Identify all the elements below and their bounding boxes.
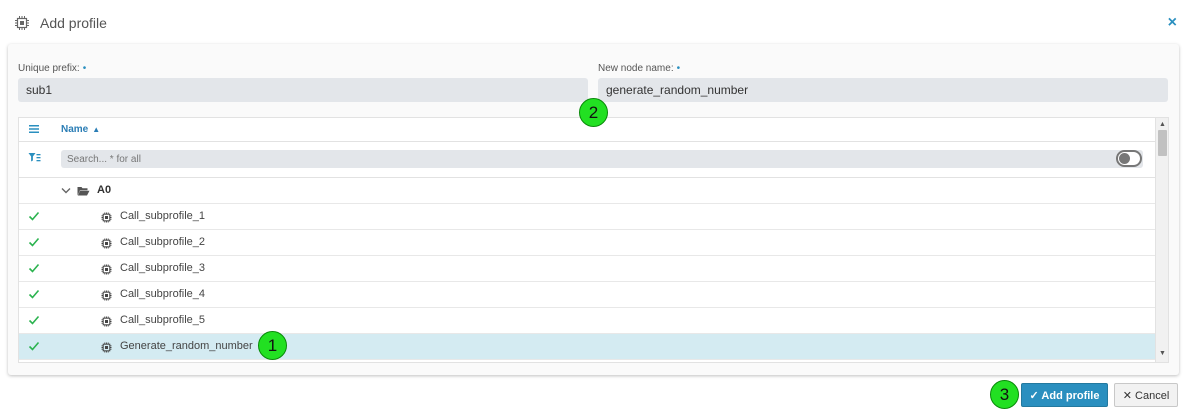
toggle-knob: [1119, 153, 1130, 164]
check-icon: [28, 211, 40, 221]
add-profile-button[interactable]: ✓ Add profile: [1021, 383, 1108, 407]
column-header-name[interactable]: Name ▲: [61, 124, 100, 135]
tree-row[interactable]: Call_subprofile_5: [19, 308, 1155, 334]
chip-icon: [101, 238, 112, 249]
chip-icon: [101, 342, 112, 353]
tree-row-label: Call_subprofile_3: [120, 262, 205, 274]
tree-row-label: Call_subprofile_4: [120, 288, 205, 300]
annotation-badge: 2: [579, 98, 608, 127]
tree-group-row[interactable]: A0: [19, 178, 1155, 204]
column-menu-icon[interactable]: [28, 123, 40, 135]
scroll-up-icon[interactable]: ▲: [1159, 121, 1166, 128]
chip-icon: [101, 212, 112, 223]
tree-row[interactable]: Call_subprofile_1: [19, 204, 1155, 230]
dialog-title: Add profile: [40, 15, 107, 31]
annotation-badge: 1: [258, 331, 287, 360]
chip-icon: [101, 290, 112, 301]
scroll-down-icon[interactable]: ▼: [1159, 350, 1166, 357]
close-icon: ✕: [1122, 389, 1132, 402]
scroll-thumb[interactable]: [1158, 130, 1167, 156]
required-marker: •: [676, 63, 681, 74]
close-button[interactable]: ×: [1168, 14, 1177, 32]
check-icon: [28, 237, 40, 247]
tree-row[interactable]: Call_subprofile_4: [19, 282, 1155, 308]
check-icon: [28, 315, 40, 325]
prefix-label: Unique prefix: •: [18, 63, 87, 74]
check-icon: [28, 263, 40, 273]
tree-row[interactable]: Generate_random_number: [19, 334, 1155, 360]
sort-asc-icon: ▲: [92, 125, 101, 134]
node-name-input[interactable]: [598, 78, 1168, 102]
chevron-down-icon[interactable]: [61, 187, 71, 194]
cancel-button[interactable]: ✕ Cancel: [1114, 383, 1178, 407]
grid-scrollbar[interactable]: ▲ ▼: [1155, 118, 1168, 362]
cancel-label: Cancel: [1135, 389, 1170, 402]
add-profile-label: Add profile: [1041, 389, 1100, 402]
search-input[interactable]: [61, 150, 1143, 168]
tree-row-label: Call_subprofile_1: [120, 210, 205, 222]
group-label: A0: [97, 184, 112, 196]
annotation-badge: 3: [990, 380, 1019, 409]
tree-row-label: Generate_random_number: [120, 340, 253, 352]
chip-icon: [101, 264, 112, 275]
chip-icon: [101, 316, 112, 327]
dialog-body: Unique prefix:• New node name:• Name▲: [8, 44, 1179, 375]
profile-tree-grid: Name▲ A0 Call_subpro: [18, 117, 1169, 363]
check-icon: [28, 289, 40, 299]
check-icon: ✓: [1029, 389, 1039, 402]
required-marker: •: [82, 63, 87, 74]
tree-row-label: Call_subprofile_5: [120, 314, 205, 326]
tree-row[interactable]: Call_subprofile_3: [19, 256, 1155, 282]
tree-row[interactable]: Call_subprofile_2: [19, 230, 1155, 256]
filter-row: [19, 142, 1155, 178]
check-icon: [28, 341, 40, 351]
folder-open-icon: [77, 187, 90, 196]
prefix-input[interactable]: [18, 78, 588, 102]
node-name-label: New node name: •: [598, 63, 681, 74]
dialog-titlebar: Add profile ×: [0, 0, 1187, 46]
chip-icon: [15, 16, 29, 30]
search-all-toggle[interactable]: [1116, 150, 1142, 167]
tree-row-label: Call_subprofile_2: [120, 236, 205, 248]
filter-icon[interactable]: [28, 152, 41, 164]
